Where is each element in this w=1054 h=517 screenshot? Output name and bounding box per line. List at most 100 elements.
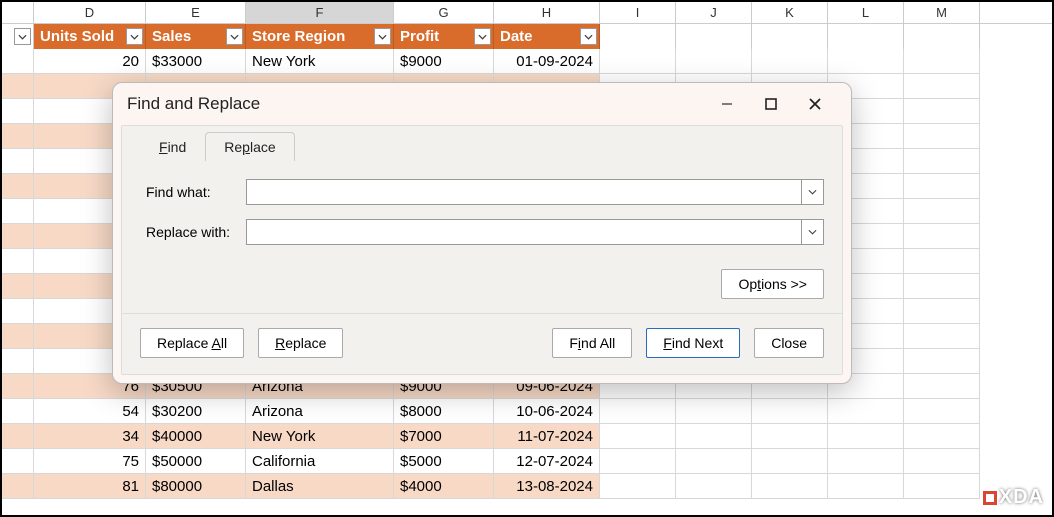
cell-stub[interactable]	[2, 199, 34, 224]
cell-blank[interactable]	[904, 349, 980, 374]
filter-button[interactable]	[226, 28, 243, 45]
col-letter-H[interactable]: H	[494, 2, 600, 23]
cell-stub[interactable]	[2, 474, 34, 499]
cell-blank[interactable]	[904, 274, 980, 299]
cell-stub[interactable]	[2, 174, 34, 199]
table-row[interactable]: 54$30200Arizona$800010-06-2024	[2, 399, 1052, 424]
cell-blank[interactable]	[752, 474, 828, 499]
cell-region[interactable]: California	[246, 449, 394, 474]
cell-blank[interactable]	[676, 424, 752, 449]
cell-stub[interactable]	[2, 249, 34, 274]
replace-with-input[interactable]	[247, 220, 801, 244]
replace-button[interactable]: Replace	[258, 328, 343, 358]
cell-blank[interactable]	[752, 49, 828, 74]
cell-blank[interactable]	[828, 424, 904, 449]
find-next-button[interactable]: Find Next	[646, 328, 740, 358]
filter-button[interactable]	[14, 28, 31, 45]
col-letter-J[interactable]: J	[676, 2, 752, 23]
cell-blank[interactable]	[600, 49, 676, 74]
replace-all-button[interactable]: Replace All	[140, 328, 244, 358]
cell-stub[interactable]	[2, 324, 34, 349]
cell-blank[interactable]	[600, 424, 676, 449]
cell-blank[interactable]	[904, 199, 980, 224]
cell-blank[interactable]	[904, 424, 980, 449]
col-letter-I[interactable]: I	[600, 2, 676, 23]
cell-blank[interactable]	[904, 99, 980, 124]
cell-stub[interactable]	[2, 149, 34, 174]
cell-stub[interactable]	[2, 224, 34, 249]
cell-blank[interactable]	[752, 449, 828, 474]
cell-blank[interactable]	[904, 74, 980, 99]
close-button[interactable]	[793, 89, 837, 119]
cell-blank[interactable]	[828, 49, 904, 74]
cell-units[interactable]: 75	[34, 449, 146, 474]
cell-blank[interactable]	[752, 424, 828, 449]
replace-with-combo[interactable]	[246, 219, 824, 245]
cell-stub[interactable]	[2, 449, 34, 474]
col-letter-D[interactable]: D	[34, 2, 146, 23]
tab-find[interactable]: Find	[140, 132, 205, 161]
cell-sales[interactable]: $40000	[146, 424, 246, 449]
cell-blank[interactable]	[904, 224, 980, 249]
cell-date[interactable]: 13-08-2024	[494, 474, 600, 499]
cell-blank[interactable]	[676, 474, 752, 499]
find-all-button[interactable]: Find All	[552, 328, 632, 358]
header-profit[interactable]: Profit	[394, 24, 494, 49]
cell-stub[interactable]	[2, 424, 34, 449]
cell-blank[interactable]	[676, 399, 752, 424]
cell-blank[interactable]	[904, 299, 980, 324]
cell-sales[interactable]: $80000	[146, 474, 246, 499]
maximize-button[interactable]	[749, 89, 793, 119]
cell-region[interactable]: New York	[246, 424, 394, 449]
cell-profit[interactable]: $4000	[394, 474, 494, 499]
cell-stub[interactable]	[2, 49, 34, 74]
cell-blank[interactable]	[600, 449, 676, 474]
cell-profit[interactable]: $5000	[394, 449, 494, 474]
header-date[interactable]: Date	[494, 24, 600, 49]
cell-stub[interactable]	[2, 374, 34, 399]
col-letter-M[interactable]: M	[904, 2, 980, 23]
cell-units[interactable]: 81	[34, 474, 146, 499]
cell-stub[interactable]	[2, 274, 34, 299]
cell-blank[interactable]	[828, 449, 904, 474]
cell-stub[interactable]	[2, 74, 34, 99]
header-sales[interactable]: Sales	[146, 24, 246, 49]
table-row[interactable]: 34$40000New York$700011-07-2024	[2, 424, 1052, 449]
col-letter-L[interactable]: L	[828, 2, 904, 23]
cell-profit[interactable]: $9000	[394, 49, 494, 74]
cell-blank[interactable]	[752, 399, 828, 424]
cell-region[interactable]: Arizona	[246, 399, 394, 424]
cell-sales[interactable]: $30200	[146, 399, 246, 424]
cell-region[interactable]: New York	[246, 49, 394, 74]
cell-blank[interactable]	[904, 374, 980, 399]
cell-units[interactable]: 20	[34, 49, 146, 74]
cell-blank[interactable]	[904, 324, 980, 349]
cell-sales[interactable]: $33000	[146, 49, 246, 74]
chevron-down-icon[interactable]	[801, 180, 823, 204]
col-letter-G[interactable]: G	[394, 2, 494, 23]
cell-date[interactable]: 10-06-2024	[494, 399, 600, 424]
cell-date[interactable]: 11-07-2024	[494, 424, 600, 449]
filter-button[interactable]	[474, 28, 491, 45]
cell-blank[interactable]	[904, 149, 980, 174]
header-units-sold[interactable]: Units Sold	[34, 24, 146, 49]
table-row[interactable]: 81$80000Dallas$400013-08-2024	[2, 474, 1052, 499]
col-letter-K[interactable]: K	[752, 2, 828, 23]
cell-blank[interactable]	[600, 474, 676, 499]
cell-stub[interactable]	[2, 399, 34, 424]
cell-units[interactable]: 54	[34, 399, 146, 424]
header-store-region[interactable]: Store Region	[246, 24, 394, 49]
cell-date[interactable]: 01-09-2024	[494, 49, 600, 74]
chevron-down-icon[interactable]	[801, 220, 823, 244]
table-row[interactable]: 75$50000California$500012-07-2024	[2, 449, 1052, 474]
cell-stub[interactable]	[2, 299, 34, 324]
cell-blank[interactable]	[828, 474, 904, 499]
cell-blank[interactable]	[904, 474, 980, 499]
col-letter-F[interactable]: F	[246, 2, 394, 23]
cell-region[interactable]: Dallas	[246, 474, 394, 499]
tab-replace[interactable]: Replace	[205, 132, 294, 161]
cell-profit[interactable]: $8000	[394, 399, 494, 424]
close-dialog-button[interactable]: Close	[754, 328, 824, 358]
cell-profit[interactable]: $7000	[394, 424, 494, 449]
cell-blank[interactable]	[904, 49, 980, 74]
